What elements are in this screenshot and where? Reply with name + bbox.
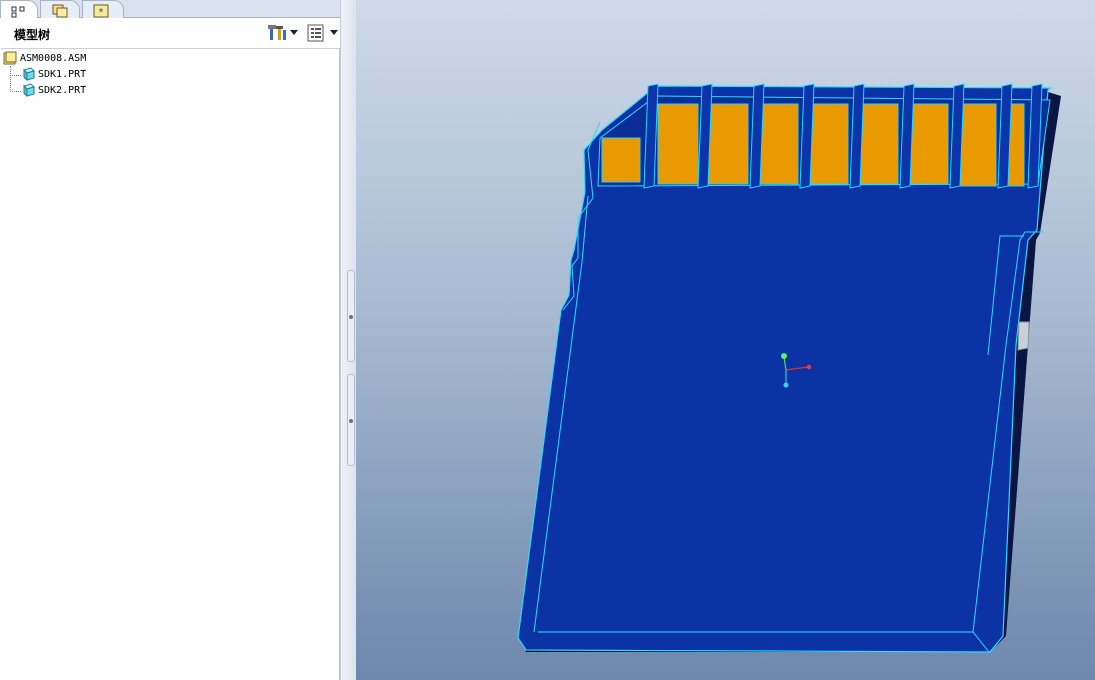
sd-card-model xyxy=(517,83,1061,653)
navigator-panel: * 模型树 ASM0008.ASM SDK1.PRT SDK2.PRT xyxy=(0,0,340,680)
tab-folder-browser[interactable] xyxy=(40,0,80,18)
tools-icon xyxy=(268,24,288,46)
tree-connector xyxy=(10,91,21,92)
contact-pad xyxy=(959,103,997,187)
part-icon xyxy=(21,83,35,98)
tree-connector xyxy=(10,66,11,92)
tree-item-root[interactable]: ASM0008.ASM xyxy=(3,51,86,67)
svg-text:*: * xyxy=(99,7,104,18)
contact-pad xyxy=(907,103,949,185)
contact-pad xyxy=(657,103,699,185)
model-tree-title: 模型树 xyxy=(14,28,51,42)
chevron-down-icon xyxy=(290,30,298,35)
app-window: * 模型树 ASM0008.ASM SDK1.PRT SDK2.PRT xyxy=(0,0,1095,680)
tree-item-part[interactable]: SDK2.PRT xyxy=(21,83,86,99)
contact-pad xyxy=(707,103,749,185)
contact-pad xyxy=(601,137,641,183)
tree-item-label: SDK2.PRT xyxy=(38,85,87,96)
tab-favorites[interactable]: * xyxy=(82,0,124,18)
navigator-tabs: * xyxy=(0,0,340,18)
tree-show-button[interactable] xyxy=(306,22,340,44)
splitter-handle[interactable] xyxy=(347,270,355,362)
chevron-down-icon xyxy=(330,30,338,35)
tree-item-label: SDK1.PRT xyxy=(38,69,87,80)
part-icon xyxy=(21,67,35,82)
tree-connector xyxy=(10,75,21,76)
graphics-viewport[interactable] xyxy=(356,0,1095,680)
contact-pad xyxy=(807,103,849,185)
splitter-handle[interactable] xyxy=(347,374,355,466)
grip-icon xyxy=(349,315,353,319)
panel-splitter[interactable] xyxy=(340,0,356,680)
contact-pad xyxy=(757,103,799,185)
tree-item-part[interactable]: SDK1.PRT xyxy=(21,67,86,83)
tab-model-tree[interactable] xyxy=(0,0,38,18)
tree-settings-button[interactable] xyxy=(266,22,300,44)
write-protect-notch xyxy=(1017,321,1030,351)
contact-pad xyxy=(857,103,899,185)
tree-item-label: ASM0008.ASM xyxy=(20,53,87,64)
grip-icon xyxy=(349,419,353,423)
model-tree: ASM0008.ASM SDK1.PRT SDK2.PRT xyxy=(1,48,339,680)
assembly-icon xyxy=(3,51,17,65)
list-settings-icon xyxy=(307,24,325,46)
model-tree-header: 模型树 xyxy=(0,18,340,48)
